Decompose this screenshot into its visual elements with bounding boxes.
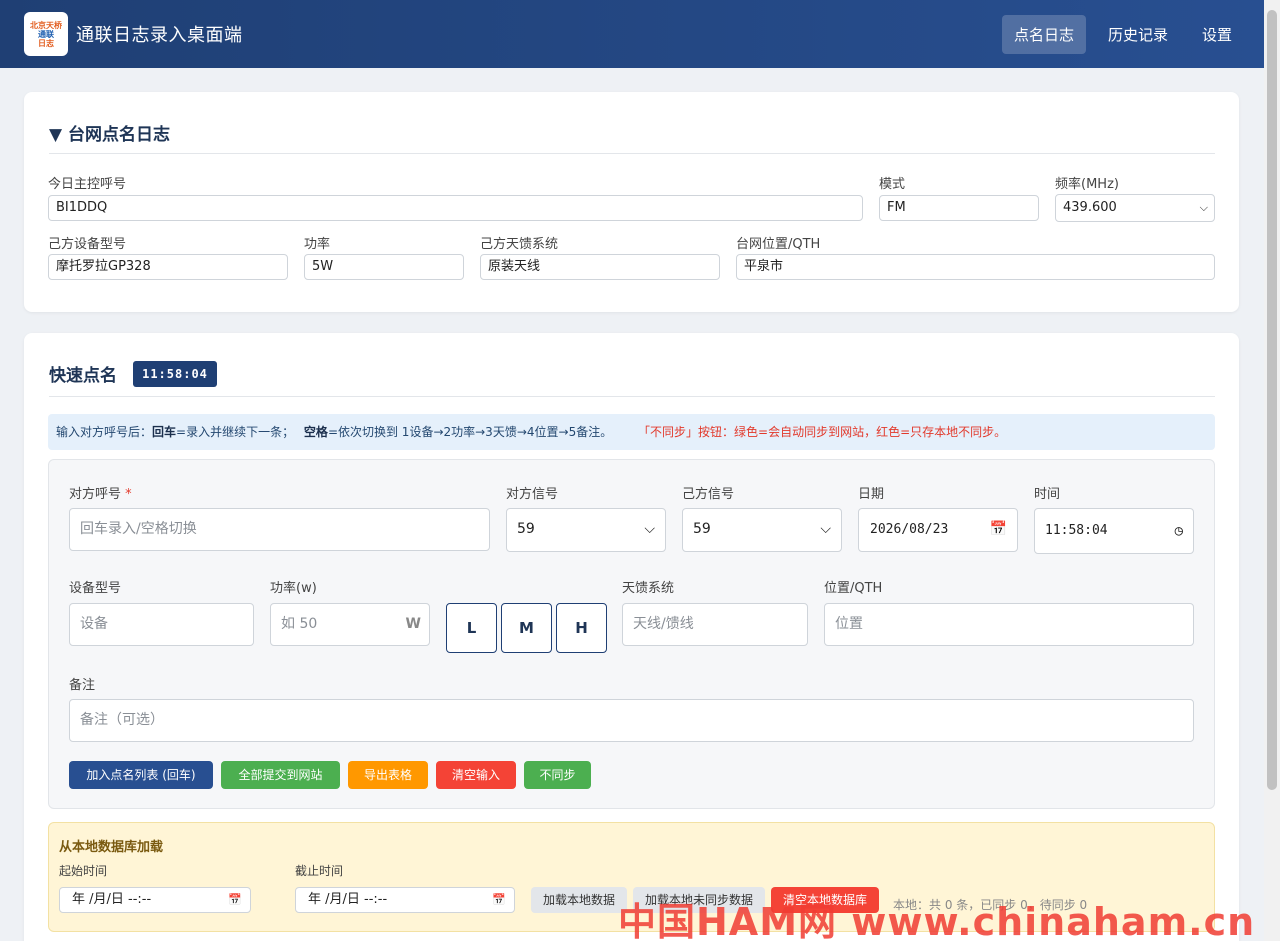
power-unit: W [405, 616, 421, 632]
chevron-down-icon: ⌵ [644, 521, 655, 537]
power-input[interactable]: 5W [304, 254, 464, 280]
date-label: 日期 [858, 487, 885, 502]
entry-form: 对方呼号 * 回车录入/空格切换 对方信号 59 ⌵ 己方信号 59 ⌵ 日期 … [48, 459, 1215, 809]
local-db-title: 从本地数据库加载 [59, 840, 164, 855]
no-sync-toggle-button[interactable]: 不同步 [524, 761, 591, 789]
usage-tip: 输入对方呼号后：回车=录入并继续下一条； 空格=依次切换到 1设备→2功率→3天… [48, 414, 1215, 450]
quick-divider [49, 396, 1215, 397]
my-device-label: 己方设备型号 [48, 237, 127, 252]
page-scrollbar[interactable] [1264, 0, 1280, 941]
scrollbar-thumb[interactable] [1267, 10, 1277, 790]
their-signal-select[interactable]: 59 ⌵ [506, 508, 666, 552]
my-antenna-label: 己方天馈系统 [480, 237, 559, 252]
host-callsign-label: 今日主控呼号 [48, 177, 127, 192]
mode-label: 模式 [879, 177, 906, 192]
device-input[interactable]: 设备 [69, 603, 254, 646]
net-log-title[interactable]: ▼ 台网点名日志 [49, 120, 170, 145]
tip-enter-desc: =录入并继续下一条； [176, 425, 295, 439]
callsign-label: 对方呼号 * [69, 483, 132, 502]
quick-rollcall-card: 快速点名 11:58:04 输入对方呼号后：回车=录入并继续下一条； 空格=依次… [24, 333, 1239, 941]
start-time-label: 起始时间 [59, 864, 108, 878]
net-qth-input[interactable]: 平泉市 [736, 254, 1215, 280]
remark-input[interactable]: 备注（可选） [69, 699, 1194, 742]
nav-history[interactable]: 历史记录 [1096, 15, 1180, 54]
callsign-label-text: 对方呼号 [69, 487, 122, 502]
remark-label: 备注 [69, 678, 96, 693]
tip-enter-key: 回车 [152, 425, 177, 439]
my-signal-label: 己方信号 [682, 487, 735, 502]
logo-line-2: 通联 [38, 29, 54, 39]
date-value: 2026/08/23 [870, 522, 949, 537]
power-preset-low-button[interactable]: L [446, 603, 497, 653]
live-clock: 11:58:04 [133, 361, 217, 387]
clear-input-button[interactable]: 清空输入 [436, 761, 516, 789]
callsign-input[interactable]: 回车录入/空格切换 [69, 508, 490, 551]
power-w-label: 功率(w) [270, 581, 317, 596]
nav-rollcall-log[interactable]: 点名日志 [1001, 14, 1086, 54]
qth-placeholder: 位置 [835, 616, 863, 632]
my-signal-select[interactable]: 59 ⌵ [682, 508, 842, 552]
time-input[interactable]: 11:58:04 ◷ [1034, 508, 1194, 554]
export-table-button[interactable]: 导出表格 [348, 761, 428, 789]
frequency-select[interactable]: 439.600 ⌵ [1055, 194, 1215, 222]
net-log-divider [49, 153, 1215, 154]
my-antenna-input[interactable]: 原装天线 [480, 254, 720, 280]
submit-all-button[interactable]: 全部提交到网站 [221, 761, 340, 789]
antenna-label: 天馈系统 [622, 581, 675, 596]
tip-space-key: 空格 [303, 425, 328, 439]
add-to-list-button[interactable]: 加入点名列表 (回车) [69, 761, 213, 789]
net-log-card: ▼ 台网点名日志 今日主控呼号 BI1DDQ 模式 FM 频率(MHz) 439… [24, 92, 1239, 312]
top-bar: 北京天桥 通联 日志 通联日志录入桌面端 点名日志 历史记录 设置 [0, 0, 1264, 68]
app-logo: 北京天桥 通联 日志 [24, 12, 68, 56]
clock-icon[interactable]: ◷ [1175, 509, 1183, 553]
antenna-input[interactable]: 天线/馈线 [622, 603, 808, 646]
qth-label: 位置/QTH [824, 581, 883, 596]
app-title: 通联日志录入桌面端 [76, 25, 243, 46]
mode-input[interactable]: FM [879, 195, 1039, 221]
device-label: 设备型号 [69, 581, 122, 596]
qth-input[interactable]: 位置 [824, 603, 1194, 646]
host-callsign-input[interactable]: BI1DDQ [48, 195, 863, 221]
calendar-icon[interactable]: 📅 [228, 888, 242, 912]
quick-rollcall-title: 快速点名 [49, 366, 117, 386]
end-time-input[interactable]: 年 /月/日 --:-- 📅 [295, 887, 515, 913]
start-time-placeholder: 年 /月/日 --:-- [72, 892, 152, 907]
power-label: 功率 [304, 237, 331, 252]
logo-line-3: 日志 [38, 38, 54, 48]
tip-space-desc: =依次切换到 1设备→2功率→3天馈→4位置→5备注。 [327, 425, 613, 439]
load-local-data-button[interactable]: 加载本地数据 [531, 887, 627, 913]
their-signal-label: 对方信号 [506, 487, 559, 502]
required-mark: * [125, 487, 132, 502]
start-time-input[interactable]: 年 /月/日 --:-- 📅 [59, 887, 251, 913]
power-w-input[interactable]: 如 50 W [270, 603, 430, 646]
end-time-placeholder: 年 /月/日 --:-- [308, 892, 388, 907]
date-input[interactable]: 2026/08/23 📅 [858, 508, 1018, 552]
their-signal-value: 59 [517, 521, 535, 537]
net-qth-label: 台网位置/QTH [736, 237, 821, 252]
power-placeholder: 如 50 [281, 616, 318, 632]
device-placeholder: 设备 [80, 616, 108, 632]
tip-sync: 「不同步」按钮：绿色=会自动同步到网站，红色=只存本地不同步。 [638, 425, 1007, 439]
my-device-input[interactable]: 摩托罗拉GP328 [48, 254, 288, 280]
tip-prefix: 输入对方呼号后： [56, 425, 153, 439]
callsign-placeholder: 回车录入/空格切换 [80, 521, 197, 537]
chevron-down-icon: ⌵ [1199, 201, 1208, 214]
calendar-icon[interactable]: 📅 [990, 509, 1007, 550]
power-preset-high-button[interactable]: H [556, 603, 607, 653]
frequency-label: 频率(MHz) [1055, 177, 1119, 192]
power-preset-medium-button[interactable]: M [501, 603, 552, 653]
nav-settings[interactable]: 设置 [1190, 15, 1244, 54]
time-value: 11:58:04 [1045, 523, 1108, 538]
antenna-placeholder: 天线/馈线 [633, 616, 694, 632]
logo-line-1: 北京天桥 [30, 20, 62, 30]
chevron-down-icon: ⌵ [820, 521, 831, 537]
site-watermark: 中国HAM网 www.chinaham.cn [618, 900, 1256, 941]
remark-placeholder: 备注（可选） [80, 712, 164, 728]
calendar-icon[interactable]: 📅 [492, 888, 506, 912]
my-signal-value: 59 [693, 521, 711, 537]
time-label: 时间 [1034, 487, 1061, 502]
end-time-label: 截止时间 [295, 864, 344, 878]
main-nav: 点名日志 历史记录 设置 [1001, 14, 1244, 54]
frequency-value: 439.600 [1063, 200, 1117, 215]
